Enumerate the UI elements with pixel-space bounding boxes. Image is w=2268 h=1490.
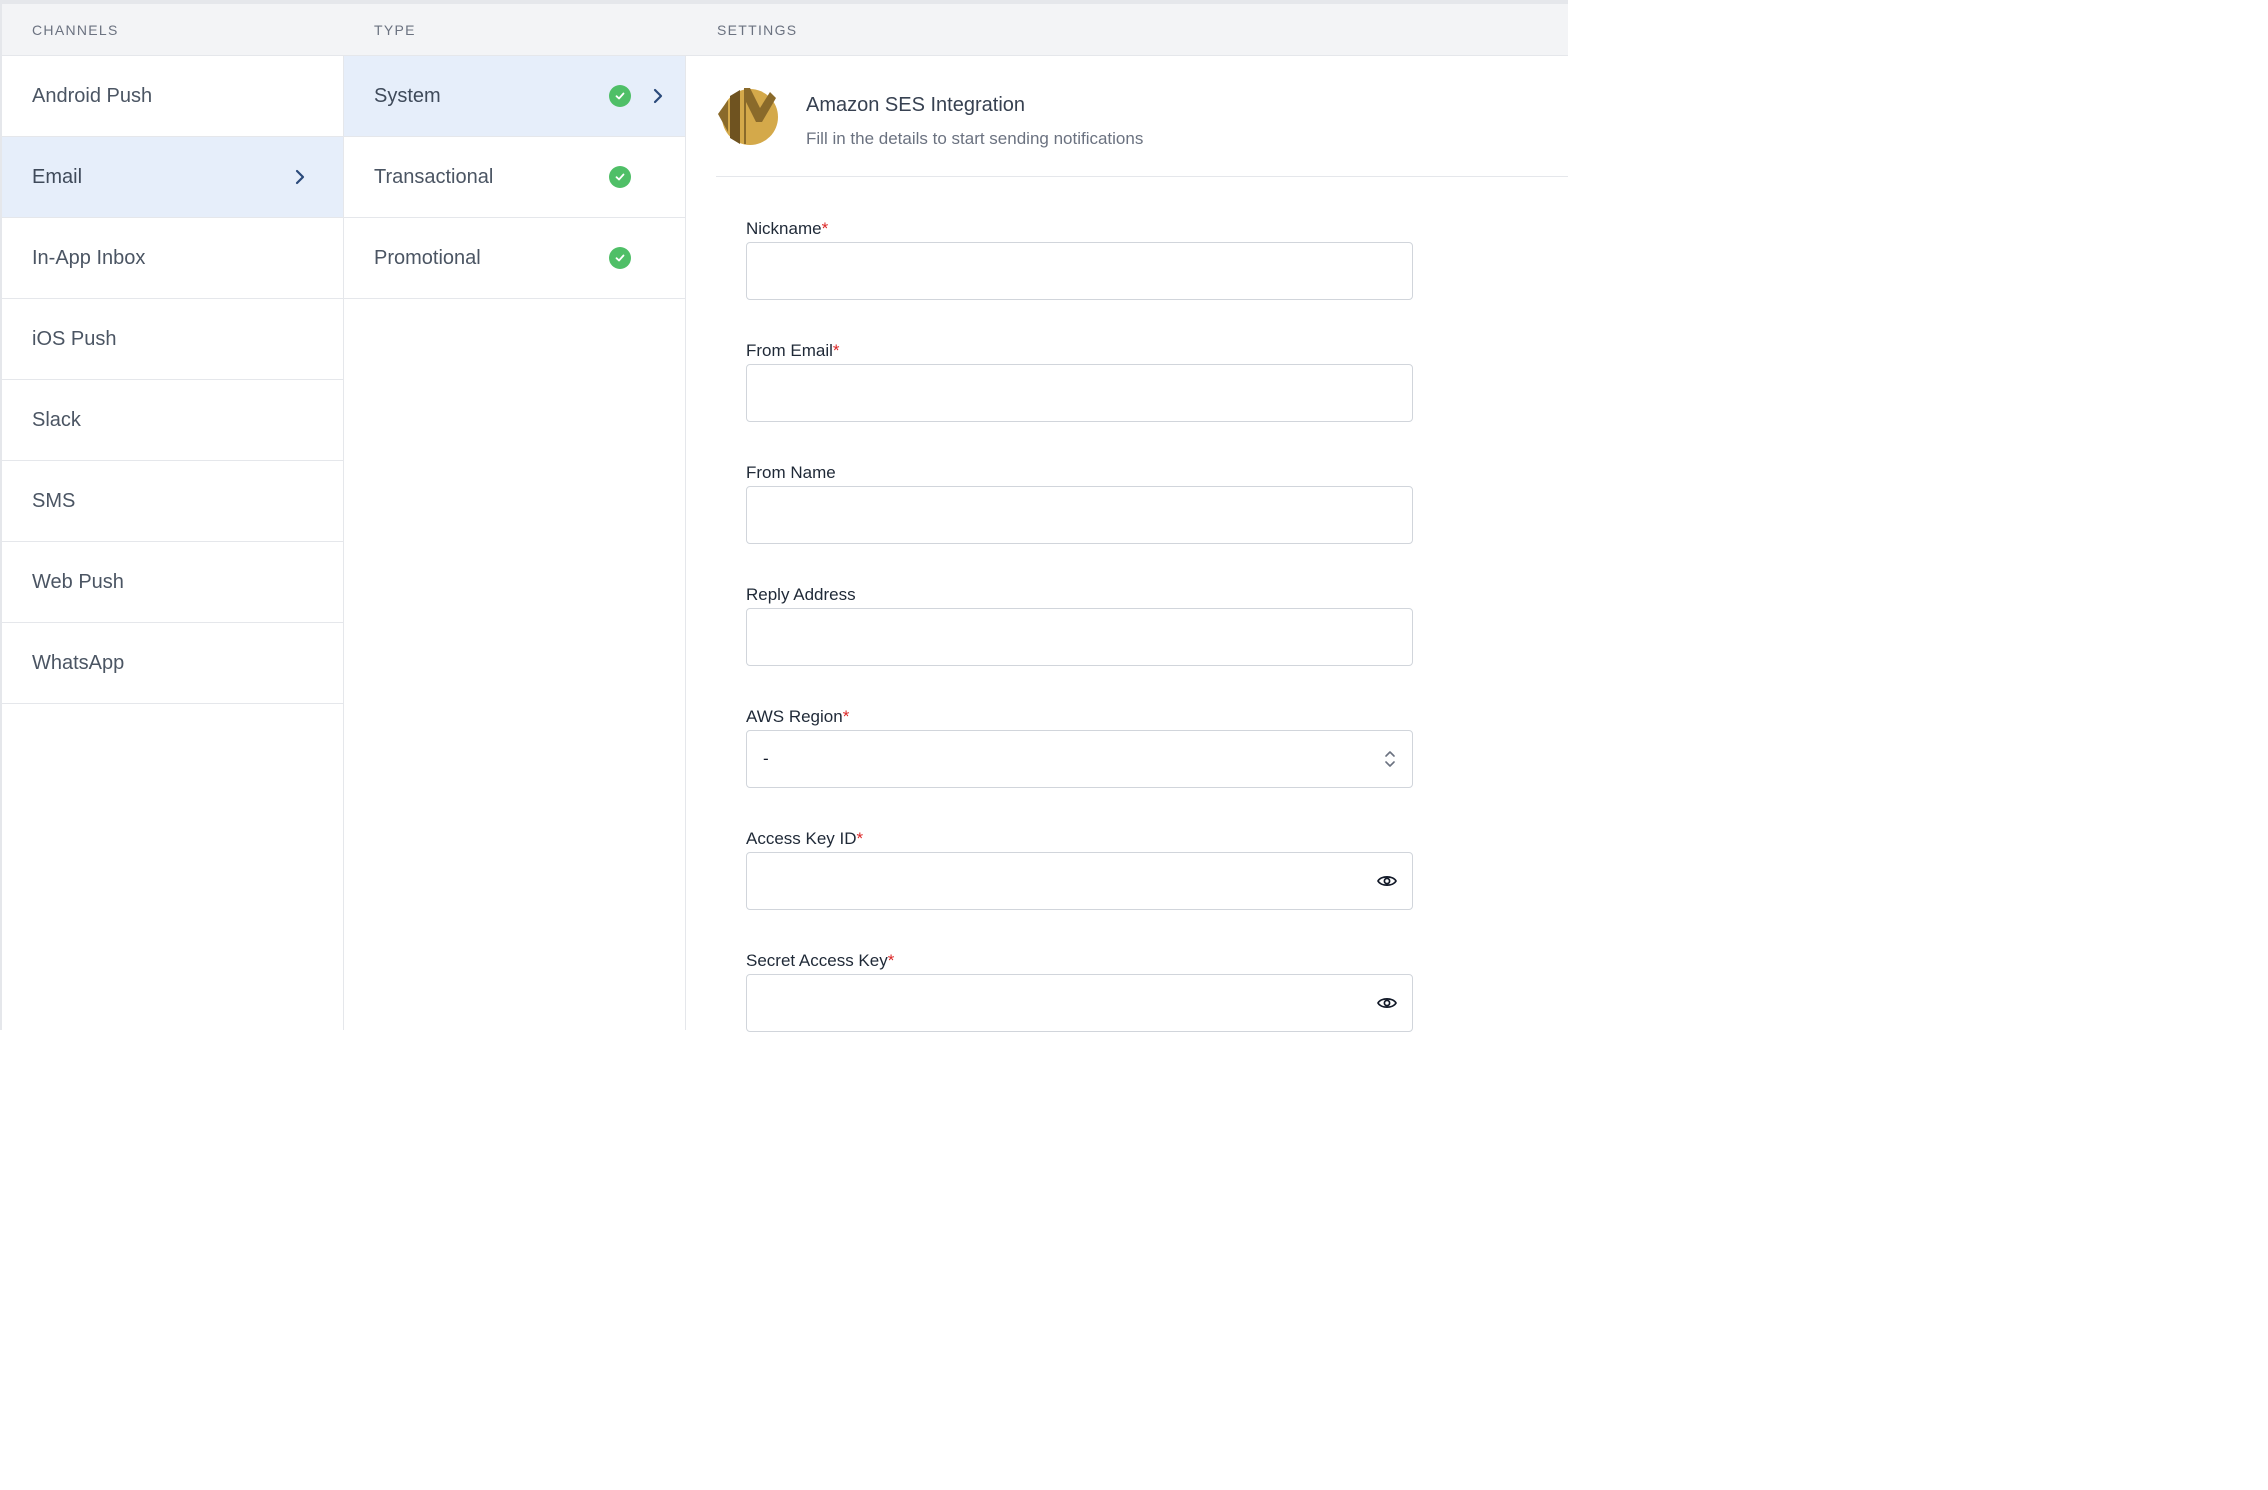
check-circle-icon: [609, 85, 631, 107]
type-item-label: System: [374, 84, 441, 107]
nickname-input[interactable]: [746, 242, 1413, 300]
aws-region-select[interactable]: -: [746, 730, 1413, 788]
secret-access-key-field-group: Secret Access Key*: [746, 951, 1413, 1073]
notification-settings-app: CHANNELS TYPE SETTINGS Android Push Emai…: [0, 0, 1568, 1032]
required-marker: *: [887, 951, 895, 970]
integration-subtitle: Fill in the details to start sending not…: [806, 129, 1144, 148]
channel-item-label: Android Push: [32, 84, 153, 107]
aws-region-selected-value: -: [763, 749, 769, 768]
channel-item-label: Web Push: [32, 570, 124, 593]
nickname-label: Nickname*: [746, 219, 829, 238]
type-column-header: TYPE: [374, 22, 416, 38]
access-key-id-input[interactable]: [746, 852, 1413, 910]
channel-item-label: WhatsApp: [32, 651, 125, 674]
channel-item-android-push[interactable]: Android Push: [2, 56, 343, 137]
required-marker: *: [856, 829, 864, 848]
channel-item-label: In-App Inbox: [32, 246, 146, 269]
from-email-input[interactable]: [746, 364, 1413, 422]
secret-access-key-label: Secret Access Key*: [746, 951, 895, 970]
required-marker: *: [832, 341, 840, 360]
chevron-right-icon: [295, 169, 305, 185]
channel-item-label: iOS Push: [32, 327, 117, 350]
settings-column-header: SETTINGS: [717, 22, 798, 38]
chevron-right-icon: [653, 88, 663, 104]
eye-icon[interactable]: [1377, 873, 1397, 889]
integration-header: Amazon SES Integration Fill in the detai…: [716, 56, 1568, 177]
access-key-id-label: Access Key ID*: [746, 829, 864, 848]
from-email-field-group: From Email*: [746, 341, 1413, 463]
required-marker: *: [842, 707, 850, 726]
settings-panel: Amazon SES Integration Fill in the detai…: [686, 56, 1568, 1032]
channel-item-in-app-inbox[interactable]: In-App Inbox: [2, 218, 343, 299]
access-key-id-field-group: Access Key ID*: [746, 829, 1413, 951]
from-name-input[interactable]: [746, 486, 1413, 544]
type-item-transactional[interactable]: Transactional: [344, 137, 685, 218]
check-circle-icon: [609, 166, 631, 188]
column-header-row: CHANNELS TYPE SETTINGS: [2, 4, 1568, 56]
type-item-label: Promotional: [374, 246, 481, 269]
from-name-field-group: From Name: [746, 463, 1413, 585]
check-circle-icon: [609, 247, 631, 269]
reply-address-field-group: Reply Address: [746, 585, 1413, 707]
channel-item-web-push[interactable]: Web Push: [2, 542, 343, 623]
channel-item-label: SMS: [32, 489, 76, 512]
type-list: System Transactional Promotional: [344, 56, 686, 1030]
chevron-up-down-icon: [1385, 751, 1395, 767]
channel-item-label: Email: [32, 165, 83, 188]
from-email-label: From Email*: [746, 341, 840, 360]
type-item-promotional[interactable]: Promotional: [344, 218, 685, 299]
channel-item-ios-push[interactable]: iOS Push: [2, 299, 343, 380]
required-marker: *: [821, 219, 829, 238]
channel-item-label: Slack: [32, 408, 81, 431]
type-item-label: Transactional: [374, 165, 494, 188]
from-name-label: From Name: [746, 463, 836, 482]
type-item-system[interactable]: System: [344, 56, 685, 137]
secret-access-key-input[interactable]: [746, 974, 1413, 1032]
nickname-field-group: Nickname*: [746, 219, 1413, 341]
amazon-ses-logo-icon: [718, 88, 778, 145]
channel-item-slack[interactable]: Slack: [2, 380, 343, 461]
channel-item-whatsapp[interactable]: WhatsApp: [2, 623, 343, 704]
integration-form: Nickname* From Email* From Name Reply Ad…: [746, 219, 1413, 1073]
reply-address-label: Reply Address: [746, 585, 856, 604]
channels-list: Android Push Email In-App Inbox iOS Push…: [2, 56, 344, 1030]
reply-address-input[interactable]: [746, 608, 1413, 666]
eye-icon[interactable]: [1377, 995, 1397, 1011]
channel-item-email[interactable]: Email: [2, 137, 343, 218]
integration-title: Amazon SES Integration: [806, 94, 1026, 116]
aws-region-label: AWS Region*: [746, 707, 850, 726]
channels-column-header: CHANNELS: [32, 22, 119, 38]
aws-region-field-group: AWS Region* -: [746, 707, 1413, 829]
channel-item-sms[interactable]: SMS: [2, 461, 343, 542]
